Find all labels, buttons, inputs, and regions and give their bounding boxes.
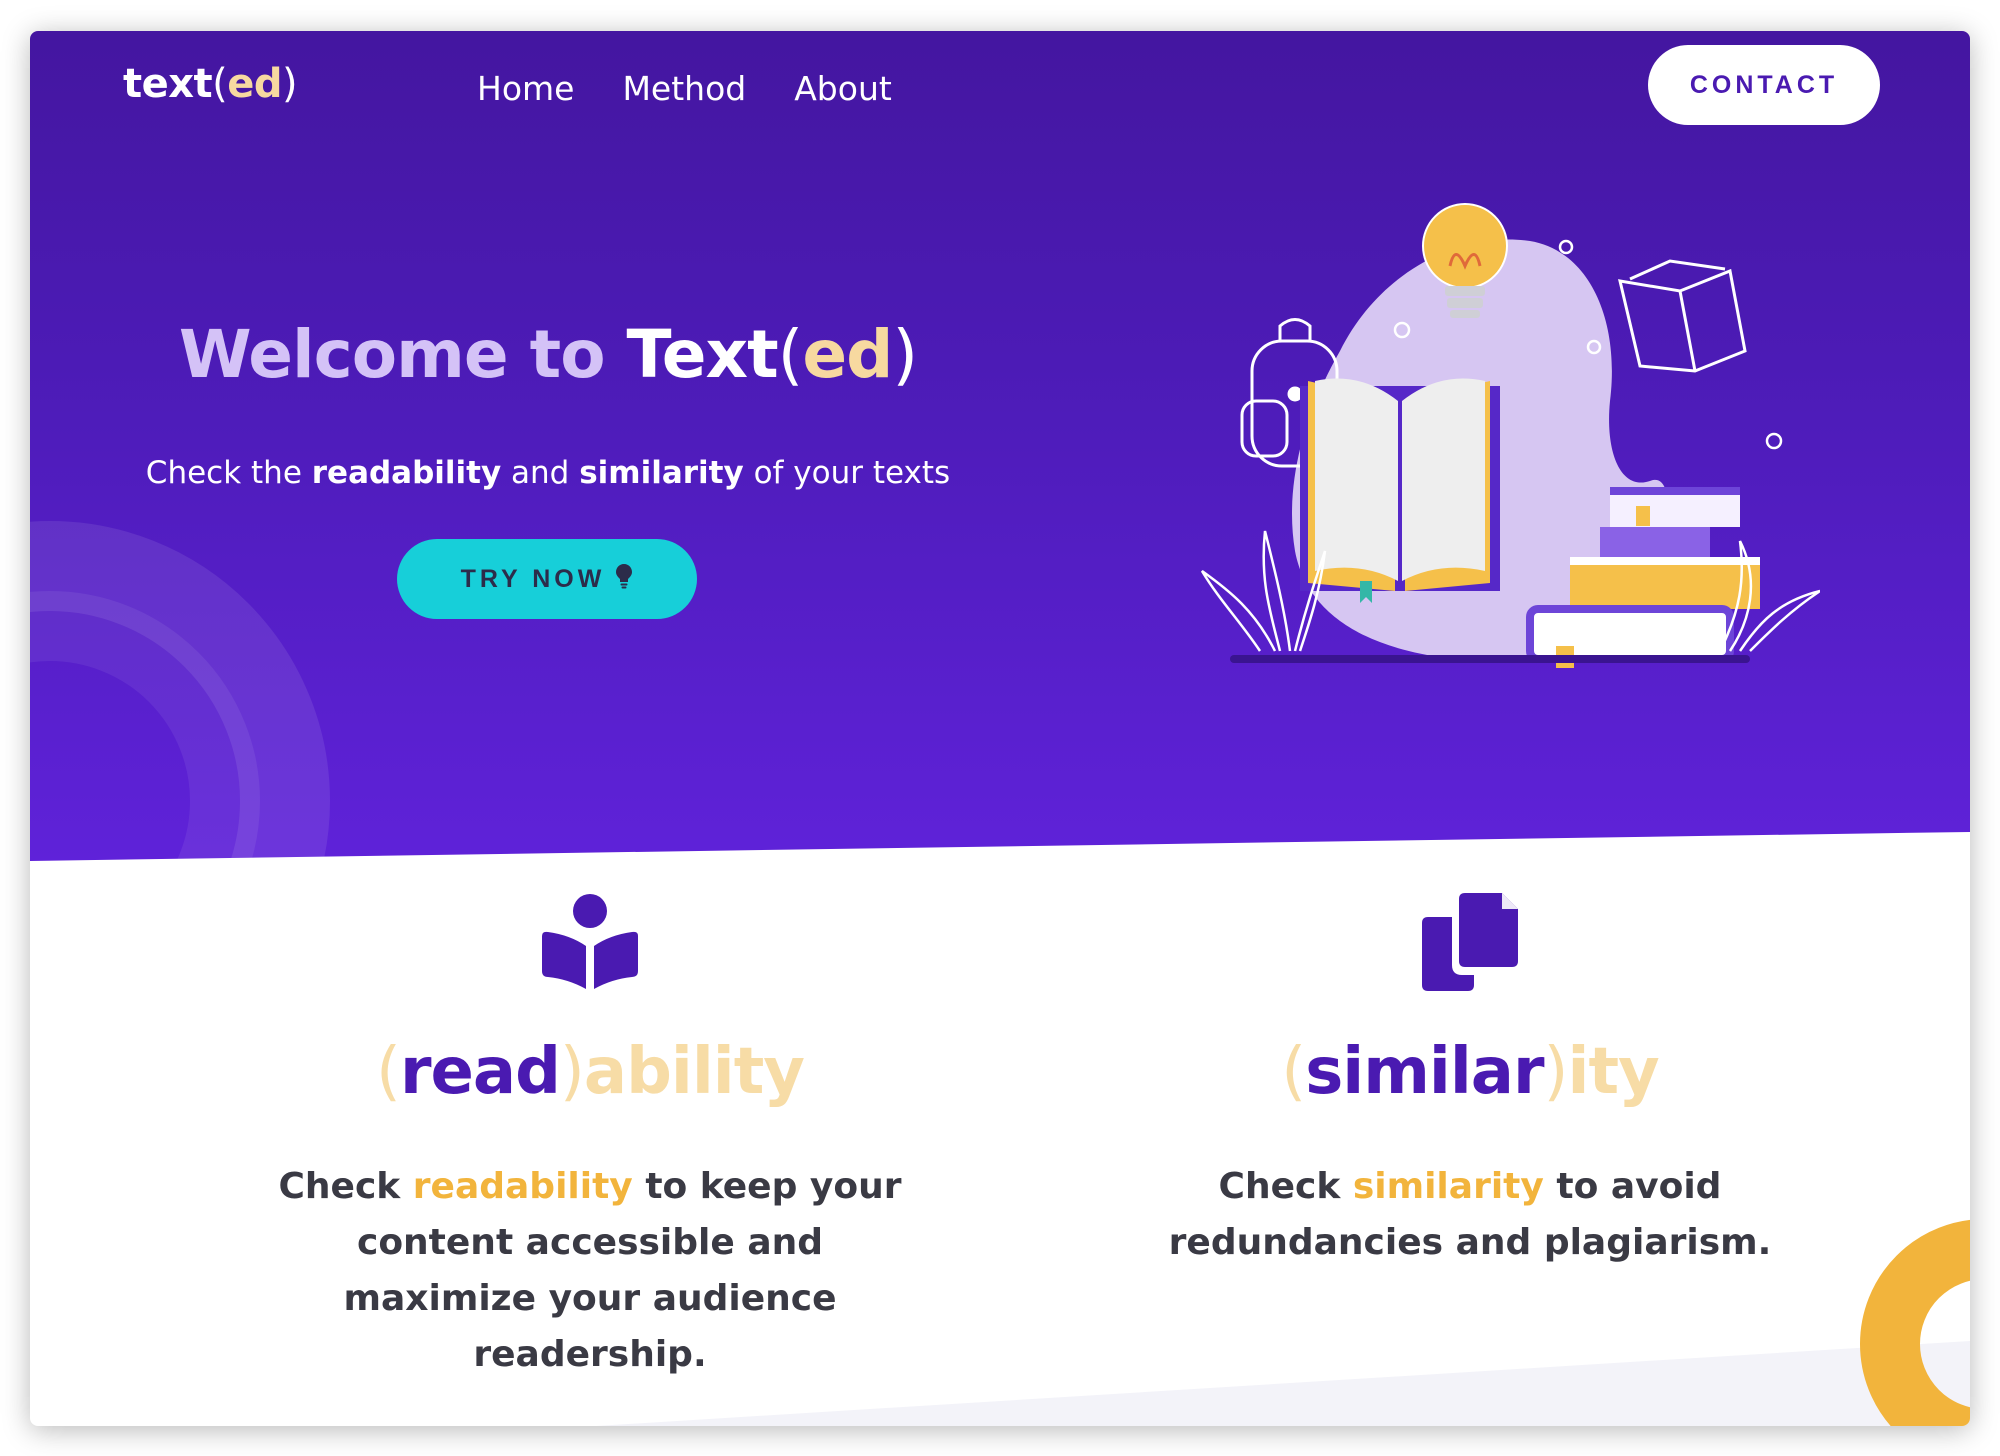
hero-title-accent: ed xyxy=(802,316,893,393)
feature-similarity: (similar)ity Check similarity to avoid r… xyxy=(1060,891,1880,1271)
nav-link-method[interactable]: Method xyxy=(622,69,746,108)
feature-title-close-paren: ) xyxy=(1543,1035,1569,1109)
books-illustration xyxy=(1200,203,1820,668)
nav-link-about[interactable]: About xyxy=(794,69,892,108)
contact-button[interactable]: CONTACT xyxy=(1648,45,1880,125)
feature-desc-pre: Check xyxy=(1218,1166,1353,1207)
feature-title-main: similar xyxy=(1305,1035,1544,1109)
try-now-button[interactable]: TRY NOW xyxy=(397,539,697,619)
hero-subtitle-post: of your texts xyxy=(743,455,951,491)
brand-accent: ed xyxy=(227,61,283,107)
hero-title: Welcome to Text(ed) xyxy=(30,316,1066,393)
feature-title-suffix: ity xyxy=(1567,1035,1660,1109)
feature-title-readability: (read)ability xyxy=(180,1035,1000,1109)
feature-title-suffix: ability xyxy=(583,1035,805,1109)
feature-title-main: read xyxy=(399,1035,561,1109)
main-nav: Home Method About xyxy=(477,69,892,108)
feature-readability: (read)ability Check readability to keep … xyxy=(180,891,1000,1383)
copy-icon xyxy=(1060,891,1880,995)
feature-desc-highlight: readability xyxy=(412,1166,633,1207)
brand-open-paren: ( xyxy=(212,61,228,107)
feature-title-close-paren: ) xyxy=(559,1035,585,1109)
hero-subtitle-mid: and xyxy=(501,455,580,491)
feature-description-readability: Check readability to keep your content a… xyxy=(260,1159,920,1383)
feature-title-open-paren: ( xyxy=(1281,1035,1306,1109)
hero-subtitle-bold-similarity: similarity xyxy=(579,455,744,491)
browser-viewport: text(ed) Home Method About CONTACT Welco… xyxy=(30,31,1970,1426)
hero-title-part1: Welcome to xyxy=(178,316,627,393)
brand-main: text xyxy=(123,61,213,107)
hero-subtitle: Check the readability and similarity of … xyxy=(30,455,1066,491)
feature-title-similarity: (similar)ity xyxy=(1060,1035,1880,1109)
lightbulb-icon xyxy=(615,563,633,596)
hero-title-part2: Text xyxy=(626,316,779,393)
reader-icon xyxy=(180,891,1000,995)
brand-logo[interactable]: text(ed) xyxy=(123,61,298,107)
hero-subtitle-bold-readability: readability xyxy=(311,455,502,491)
hero-section: text(ed) Home Method About CONTACT Welco… xyxy=(30,31,1970,861)
feature-description-similarity: Check similarity to avoid redundancies a… xyxy=(1140,1159,1800,1271)
try-now-label: TRY NOW xyxy=(460,564,606,593)
brand-close-paren: ) xyxy=(282,61,298,107)
feature-desc-highlight: similarity xyxy=(1352,1166,1544,1207)
hero-title-close-paren: ) xyxy=(892,316,918,393)
feature-desc-pre: Check xyxy=(278,1166,413,1207)
nav-link-home[interactable]: Home xyxy=(477,69,574,108)
hero-title-open-paren: ( xyxy=(777,316,804,393)
hero-subtitle-pre: Check the xyxy=(145,455,312,491)
feature-title-open-paren: ( xyxy=(375,1035,401,1109)
